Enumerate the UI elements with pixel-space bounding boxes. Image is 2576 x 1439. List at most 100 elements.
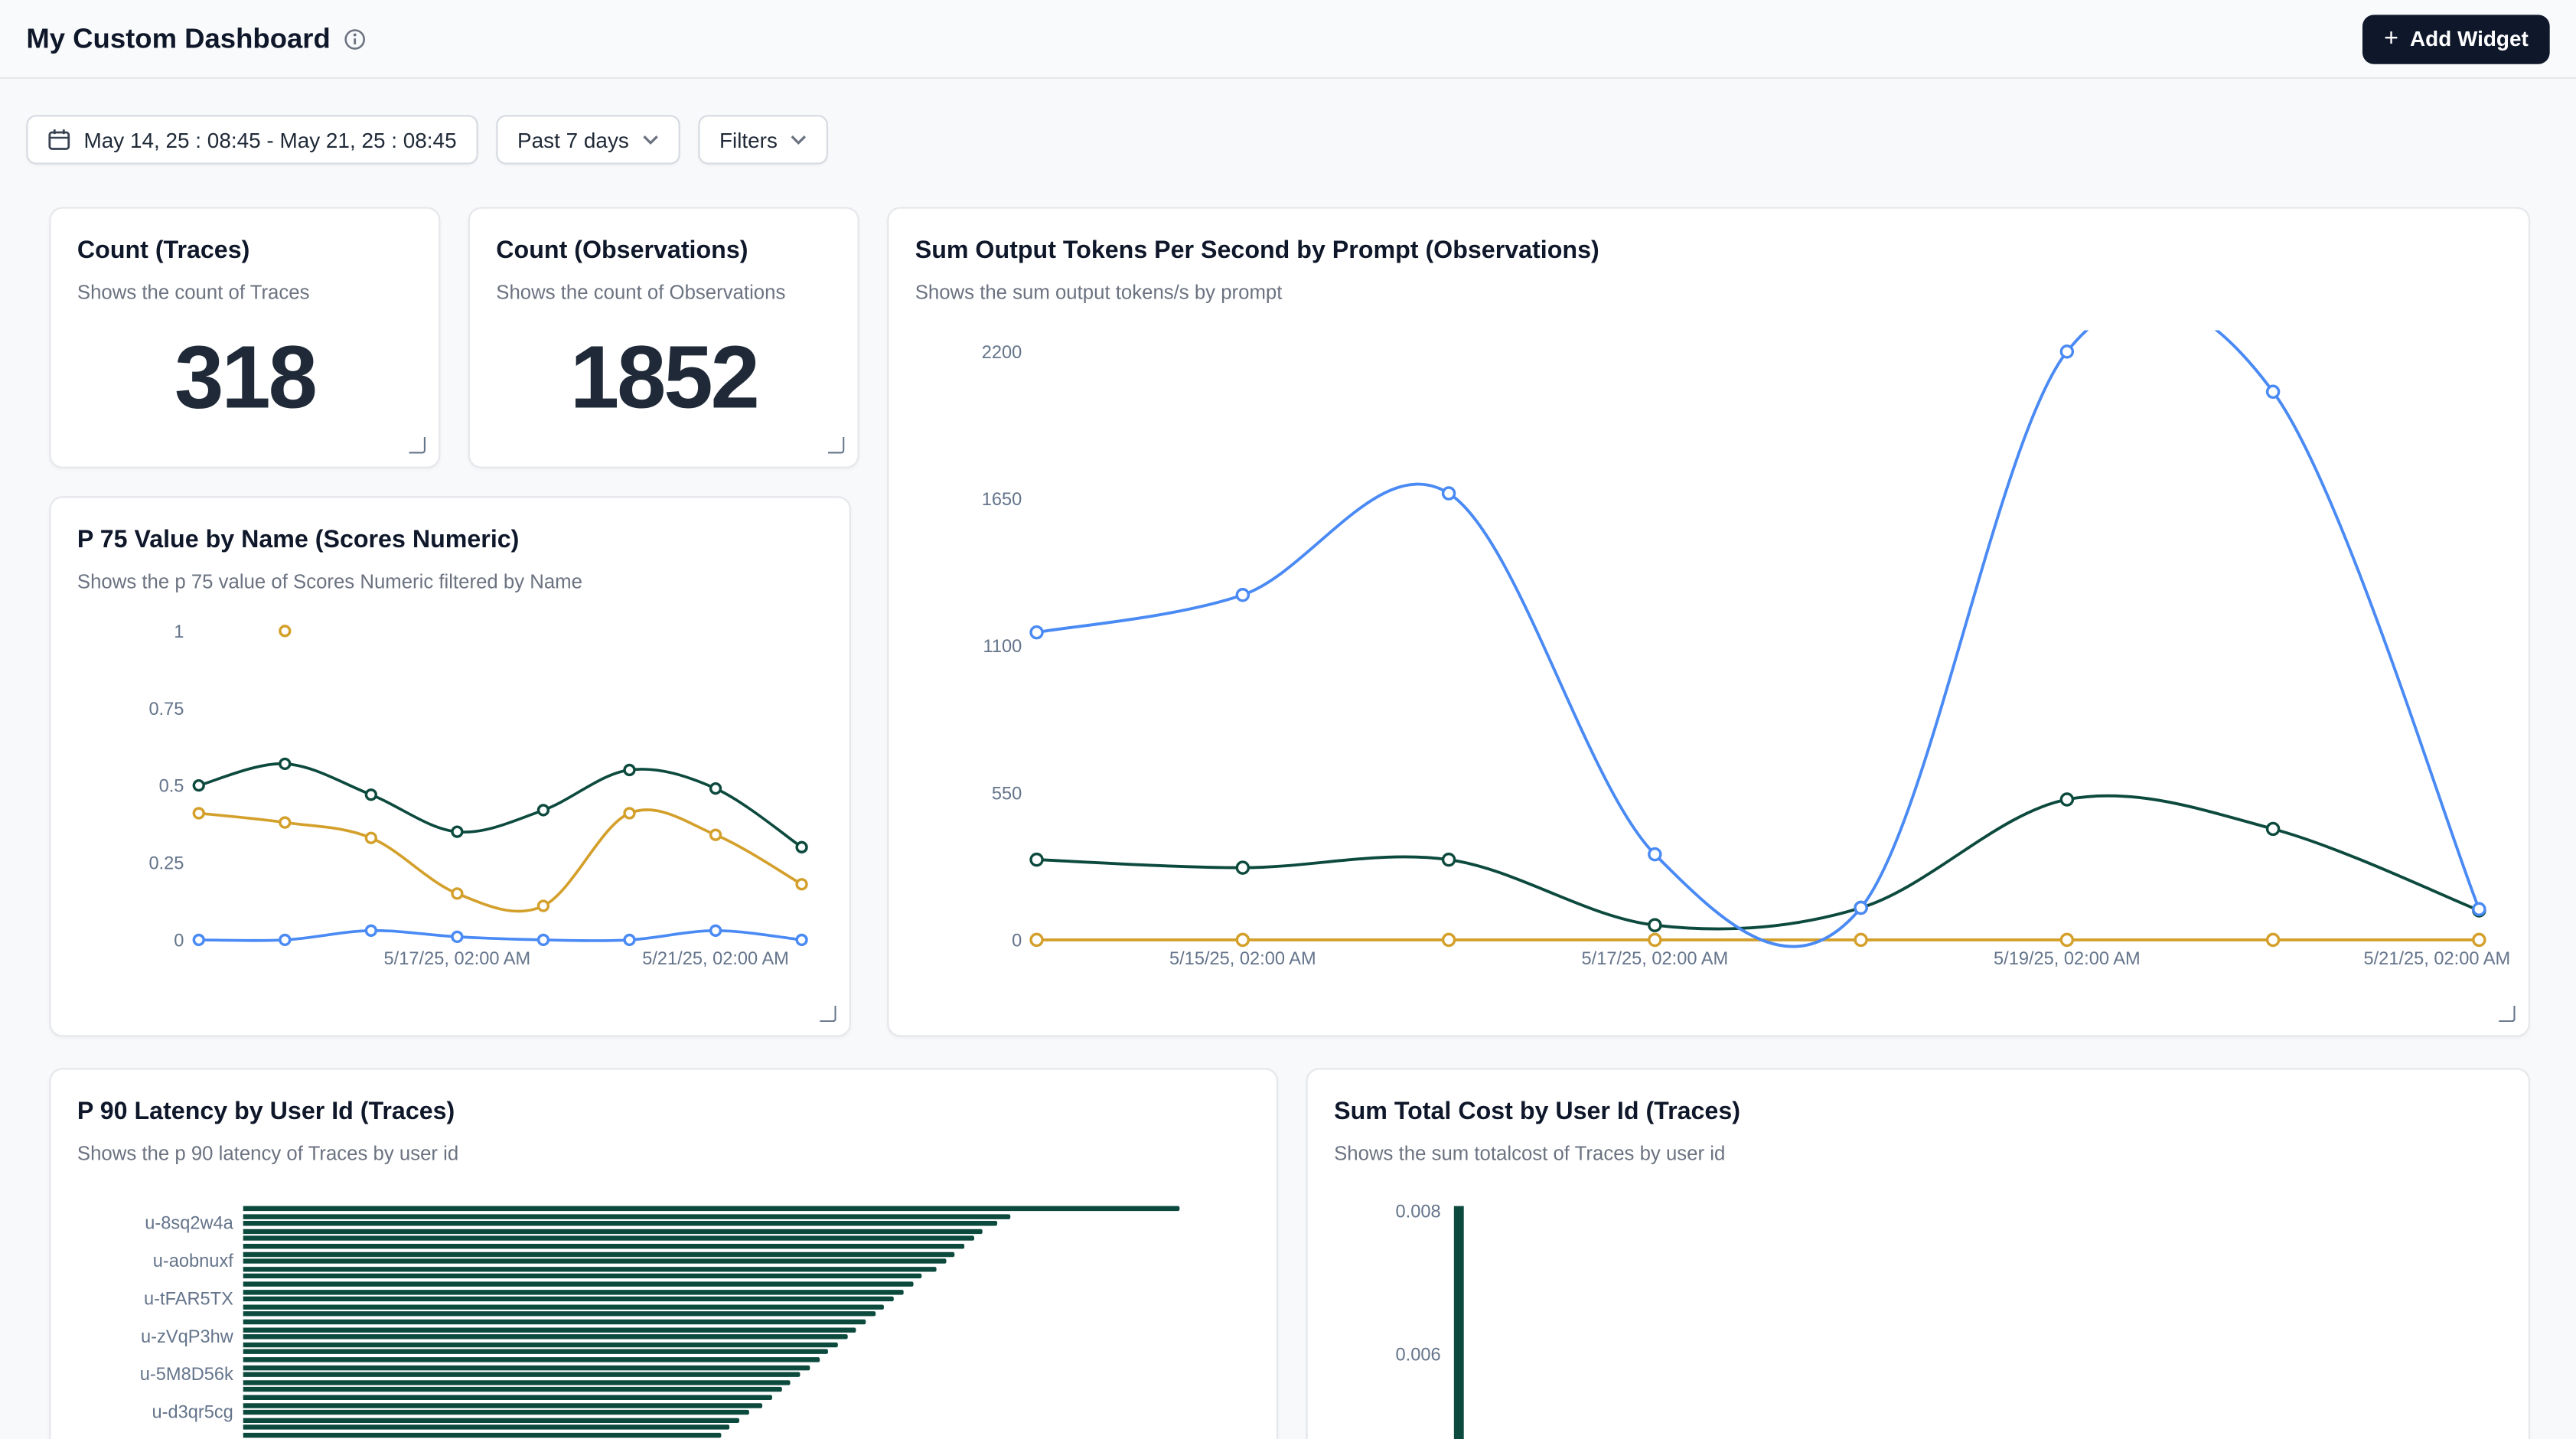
chevron-down-icon <box>642 135 658 145</box>
info-icon[interactable] <box>344 27 367 50</box>
widget-subtitle: Shows the p 75 value of Scores Numeric f… <box>77 569 823 595</box>
filters-button[interactable]: Filters <box>698 115 828 164</box>
y-axis-label: u-aobnuxf <box>51 1251 233 1271</box>
tokens-line-chart[interactable]: 05501100165022005/15/25, 02:00 AM5/17/25… <box>915 330 2517 974</box>
resize-handle-icon[interactable] <box>409 437 426 453</box>
x-axis-label: 5/21/25, 02:00 AM <box>2364 949 2511 969</box>
time-preset-button[interactable]: Past 7 days <box>496 115 680 164</box>
latency-bar <box>243 1388 782 1392</box>
x-axis-label: 5/17/25, 02:00 AM <box>1582 949 1729 969</box>
data-point <box>452 932 462 941</box>
latency-bar <box>243 1289 904 1294</box>
widget-card-total-cost: Sum Total Cost by User Id (Traces) Shows… <box>1306 1068 2530 1439</box>
data-point <box>539 935 549 945</box>
add-widget-button[interactable]: + Add Widget <box>2362 14 2549 63</box>
data-point <box>1855 902 1867 913</box>
data-point <box>1237 934 1248 945</box>
data-point <box>1649 849 1661 860</box>
page-title: My Custom Dashboard <box>26 22 330 55</box>
latency-bar <box>243 1304 885 1309</box>
widget-card-tokens-per-second: Sum Output Tokens Per Second by Prompt (… <box>887 207 2530 1036</box>
data-point <box>624 765 634 775</box>
data-point <box>1237 862 1248 873</box>
data-point <box>280 759 290 768</box>
date-range-button[interactable]: May 14, 25 : 08:45 - May 21, 25 : 08:45 <box>26 115 478 164</box>
y-axis-label: u-d3qr5cg <box>51 1403 233 1423</box>
data-point <box>624 935 634 945</box>
latency-bar <box>243 1320 866 1324</box>
data-point <box>1443 934 1455 945</box>
data-point <box>194 935 204 945</box>
data-point <box>366 833 376 843</box>
latency-bar <box>243 1259 946 1264</box>
latency-bar <box>243 1365 810 1369</box>
latency-bar <box>243 1244 964 1248</box>
data-point <box>280 935 290 945</box>
data-point <box>711 784 721 794</box>
latency-bar <box>243 1433 721 1437</box>
data-point <box>797 879 807 889</box>
cost-bar <box>1454 1206 1464 1439</box>
series-line <box>1037 796 2480 929</box>
data-point <box>539 901 549 911</box>
cost-bar-chart[interactable]: 0.0080.006 <box>1308 1070 2529 1439</box>
resize-handle-icon[interactable] <box>820 1006 836 1022</box>
time-preset-label: Past 7 days <box>517 127 629 152</box>
latency-bar <box>243 1229 983 1233</box>
data-point <box>624 808 634 818</box>
y-axis-label: 0.5 <box>159 777 184 797</box>
series-line <box>1037 330 2480 946</box>
x-axis-label: 5/17/25, 02:00 AM <box>384 949 531 967</box>
metric-value: 1852 <box>470 334 858 423</box>
resize-handle-icon[interactable] <box>828 437 844 453</box>
date-range-label: May 14, 25 : 08:45 - May 21, 25 : 08:45 <box>83 127 456 152</box>
add-widget-label: Add Widget <box>2410 26 2529 51</box>
data-point <box>280 626 290 636</box>
latency-bar <box>243 1267 936 1271</box>
data-point <box>711 830 721 840</box>
data-point <box>2061 934 2072 945</box>
data-point <box>797 935 807 945</box>
widget-subtitle: Shows the sum output tokens/s by prompt <box>915 279 2503 305</box>
y-axis-label: 2200 <box>982 343 1022 363</box>
latency-bar <box>243 1297 894 1301</box>
data-point <box>2473 934 2485 945</box>
chevron-down-icon <box>791 135 807 145</box>
data-point <box>452 889 462 899</box>
latency-bar <box>243 1251 955 1256</box>
plus-icon: + <box>2384 26 2398 51</box>
p90-bar-chart[interactable]: u-8sq2w4au-aobnuxfu-tFAR5TXu-zVqP3hwu-5M… <box>51 1070 1277 1439</box>
latency-bar <box>243 1236 973 1241</box>
metric-value: 318 <box>51 334 439 423</box>
x-axis-label: 5/21/25, 02:00 AM <box>642 949 789 967</box>
latency-bar <box>243 1274 922 1279</box>
latency-bar <box>243 1372 801 1377</box>
p75-line-chart[interactable]: 00.250.50.7515/17/25, 02:00 AM5/21/25, 0… <box>74 619 830 967</box>
data-point <box>1649 934 1661 945</box>
data-point <box>1031 934 1042 945</box>
y-axis-label: u-tFAR5TX <box>51 1289 233 1309</box>
data-point <box>1237 589 1248 601</box>
widget-title: P 75 Value by Name (Scores Numeric) <box>77 524 823 557</box>
data-point <box>1443 854 1455 866</box>
data-point <box>1855 934 1867 945</box>
latency-bar <box>243 1342 838 1346</box>
latency-bar <box>243 1402 763 1407</box>
y-axis-label: 1100 <box>983 637 1022 657</box>
resize-handle-icon[interactable] <box>2499 1006 2515 1022</box>
data-point <box>2473 903 2485 915</box>
widget-card-count-observations: Count (Observations) Shows the count of … <box>468 207 859 468</box>
y-axis-label: 0.008 <box>1308 1202 1441 1222</box>
widget-card-p90-latency: P 90 Latency by User Id (Traces) Shows t… <box>49 1068 1278 1439</box>
y-axis-label: 1 <box>174 622 184 642</box>
latency-bar <box>243 1395 772 1400</box>
widget-card-p75-value: P 75 Value by Name (Scores Numeric) Show… <box>49 496 851 1036</box>
data-point <box>1649 919 1661 931</box>
data-point <box>194 781 204 791</box>
widget-title: Sum Output Tokens Per Second by Prompt (… <box>915 235 2503 268</box>
data-point <box>2268 934 2279 945</box>
data-point <box>366 790 376 800</box>
data-point <box>1031 627 1042 638</box>
latency-bar <box>243 1357 820 1362</box>
y-axis-label: u-8sq2w4a <box>51 1214 233 1234</box>
